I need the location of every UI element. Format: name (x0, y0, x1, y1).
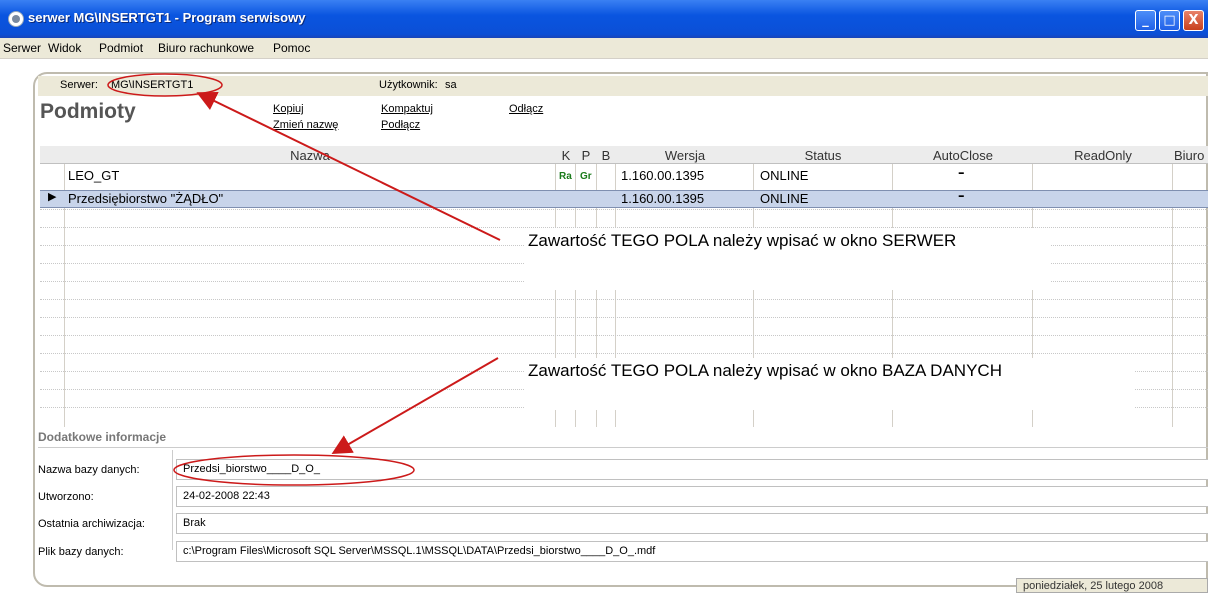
col-header-readonly[interactable]: ReadOnly (1033, 148, 1173, 163)
row2-status: ONLINE (760, 191, 809, 206)
col-header-b[interactable]: B (596, 148, 616, 163)
last-archive-field[interactable]: Brak (176, 513, 1208, 534)
minimize-button[interactable]: _ (1135, 10, 1156, 31)
row1-p-badge: Gr (580, 171, 592, 182)
col-header-version[interactable]: Wersja (616, 148, 754, 163)
col-header-name[interactable]: Nazwa (65, 148, 555, 163)
menu-pomoc[interactable]: Pomoc (273, 41, 310, 55)
server-label: Serwer: (60, 79, 98, 91)
row2-version: 1.160.00.1395 (621, 191, 705, 206)
row-marker-icon: ▶ (48, 191, 57, 203)
compact-link[interactable]: Kompaktuj (381, 103, 433, 115)
created-label: Utworzono: (38, 491, 94, 503)
row1-version: 1.160.00.1395 (621, 168, 705, 183)
status-date: poniedziałek, 25 lutego 2008 (1016, 578, 1208, 593)
db-name-label: Nazwa bazy danych: (38, 464, 140, 476)
menu-biuro-rachunkowe[interactable]: Biuro rachunkowe (158, 41, 254, 55)
col-header-status[interactable]: Status (754, 148, 892, 163)
db-name-field[interactable]: Przedsi_biorstwo____D_O_ (176, 459, 1208, 480)
row2-autoclose: – (958, 189, 965, 204)
server-annotation-note: Zawartość TEGO POLA należy wpisać w okno… (525, 228, 1050, 290)
row1-k-badge: Ra (559, 171, 572, 182)
details-title: Dodatkowe informacje (38, 430, 167, 444)
row1-autoclose: – (958, 166, 965, 181)
maximize-button[interactable]: □ (1159, 10, 1180, 31)
server-value: MG\INSERTGT1 (111, 79, 194, 91)
details-separator (38, 447, 1208, 448)
app-icon[interactable] (8, 11, 24, 27)
col-header-k[interactable]: K (556, 148, 576, 163)
row1-status: ONLINE (760, 168, 809, 183)
attach-link[interactable]: Podłącz (381, 119, 420, 131)
rename-link[interactable]: Zmień nazwę (273, 119, 338, 131)
page-title: Podmioty (40, 100, 136, 123)
db-file-label: Plik bazy danych: (38, 546, 124, 558)
window-title: serwer MG\INSERTGT1 - Program serwisowy (28, 10, 306, 25)
menu-widok[interactable]: Widok (48, 41, 81, 55)
col-header-biuro[interactable]: Biuro (1174, 148, 1208, 163)
menu-podmiot[interactable]: Podmiot (99, 41, 143, 55)
user-label: Użytkownik: (379, 79, 438, 91)
database-annotation-note: Zawartość TEGO POLA należy wpisać w okno… (525, 358, 1135, 410)
close-button[interactable]: X (1183, 10, 1204, 31)
copy-link[interactable]: Kopiuj (273, 103, 304, 115)
col-header-p[interactable]: P (576, 148, 596, 163)
row1-name[interactable]: LEO_GT (68, 168, 119, 183)
db-file-field[interactable]: c:\Program Files\Microsoft SQL Server\MS… (176, 541, 1208, 562)
menu-serwer[interactable]: Serwer (3, 41, 41, 55)
created-field[interactable]: 24-02-2008 22:43 (176, 486, 1208, 507)
detach-link[interactable]: Odłącz (509, 103, 543, 115)
server-bar (38, 76, 1208, 96)
last-archive-label: Ostatnia archiwizacja: (38, 518, 145, 530)
col-header-autoclose[interactable]: AutoClose (893, 148, 1033, 163)
row2-name[interactable]: Przedsiębiorstwo "ŻĄDŁO" (68, 191, 223, 206)
user-value: sa (445, 79, 457, 91)
